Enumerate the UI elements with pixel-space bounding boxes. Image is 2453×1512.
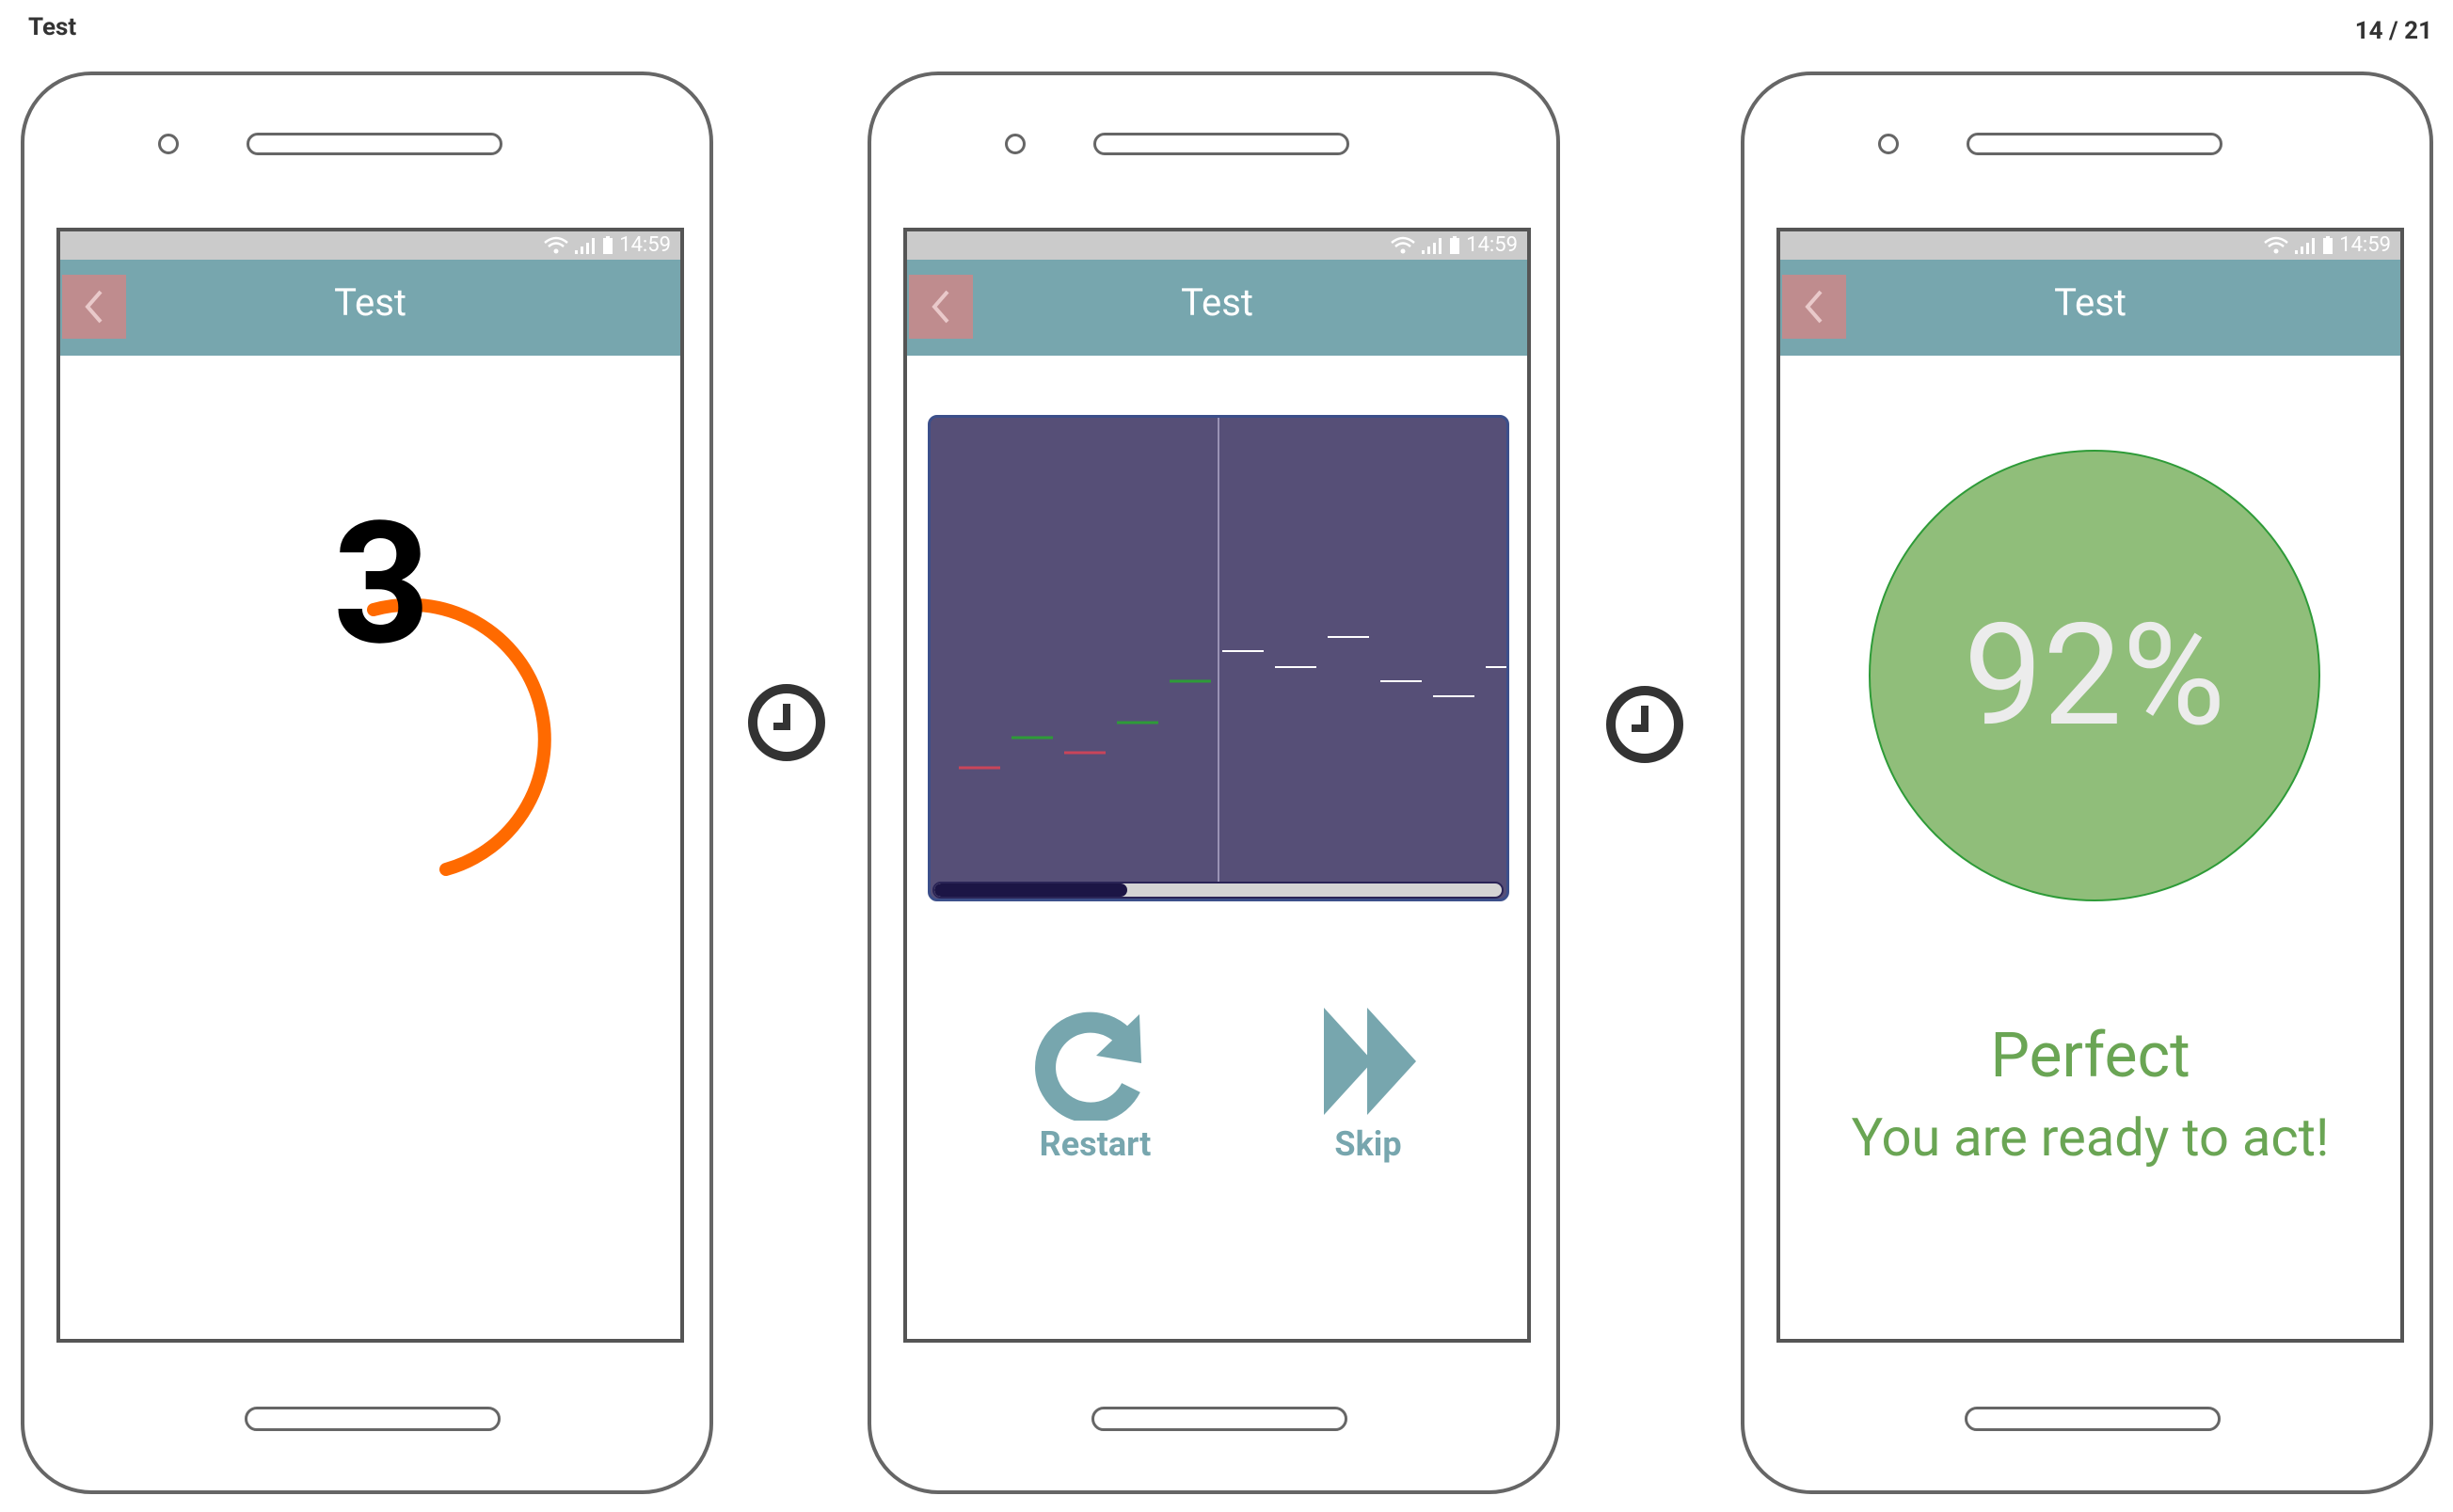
speaker-grille <box>1093 133 1349 155</box>
progress-fill <box>934 883 1128 897</box>
restart-label: Restart <box>1039 1124 1152 1164</box>
signal-icon <box>2295 237 2316 254</box>
screen-result: 14:59 Test 92% Perfect You are ready to … <box>1776 228 2404 1343</box>
phone-result: 14:59 Test 92% Perfect You are ready to … <box>1741 72 2433 1494</box>
result-title: Perfect <box>1990 1020 2190 1092</box>
app-bar: Test <box>907 260 1527 356</box>
note-track <box>959 418 1506 884</box>
home-button[interactable] <box>245 1407 501 1431</box>
status-time: 14:59 <box>2339 233 2391 257</box>
battery-icon <box>1450 235 1460 254</box>
screen-countdown: 14:59 Test 3 <box>56 228 684 1343</box>
score-value: 92% <box>1963 593 2226 758</box>
camera-icon <box>158 134 179 154</box>
restart-icon <box>1035 1011 1141 1123</box>
status-time: 14:59 <box>1466 233 1518 257</box>
game-area[interactable] <box>928 415 1509 901</box>
skip-button[interactable]: Skip <box>1293 1003 1443 1164</box>
wifi-icon <box>1391 236 1416 253</box>
speaker-grille <box>1967 133 2222 155</box>
result-subtitle: You are ready to act! <box>1851 1106 2330 1169</box>
score-circle: 92% <box>1869 450 2320 901</box>
signal-icon <box>1422 237 1442 254</box>
phone-game: 14:59 Test Restart Skip <box>868 72 1560 1494</box>
clock-icon <box>1606 686 1683 763</box>
app-title: Test <box>2054 280 2126 325</box>
wifi-icon <box>2264 236 2289 253</box>
speaker-grille <box>247 133 502 155</box>
screen-game: 14:59 Test Restart Skip <box>903 228 1531 1343</box>
phone-countdown: 14:59 Test 3 <box>21 72 713 1494</box>
skip-label: Skip <box>1334 1124 1402 1164</box>
status-bar: 14:59 <box>907 231 1527 260</box>
skip-icon <box>1324 1008 1416 1115</box>
countdown-number: 3 <box>333 485 431 683</box>
battery-icon <box>2323 235 2334 254</box>
camera-icon <box>1005 134 1026 154</box>
countdown-ring <box>367 597 551 876</box>
progress-bar <box>932 882 1504 899</box>
slide-title: Test <box>28 13 77 41</box>
clock-icon <box>748 684 825 761</box>
app-bar: Test <box>1780 260 2400 356</box>
home-button[interactable] <box>1965 1407 2221 1431</box>
camera-icon <box>1878 134 1899 154</box>
home-button[interactable] <box>1091 1407 1347 1431</box>
page-number: 14 / 21 <box>2354 17 2432 45</box>
app-title: Test <box>1181 280 1253 325</box>
status-bar: 14:59 <box>1780 231 2400 260</box>
restart-button[interactable]: Restart <box>1020 1003 1171 1164</box>
